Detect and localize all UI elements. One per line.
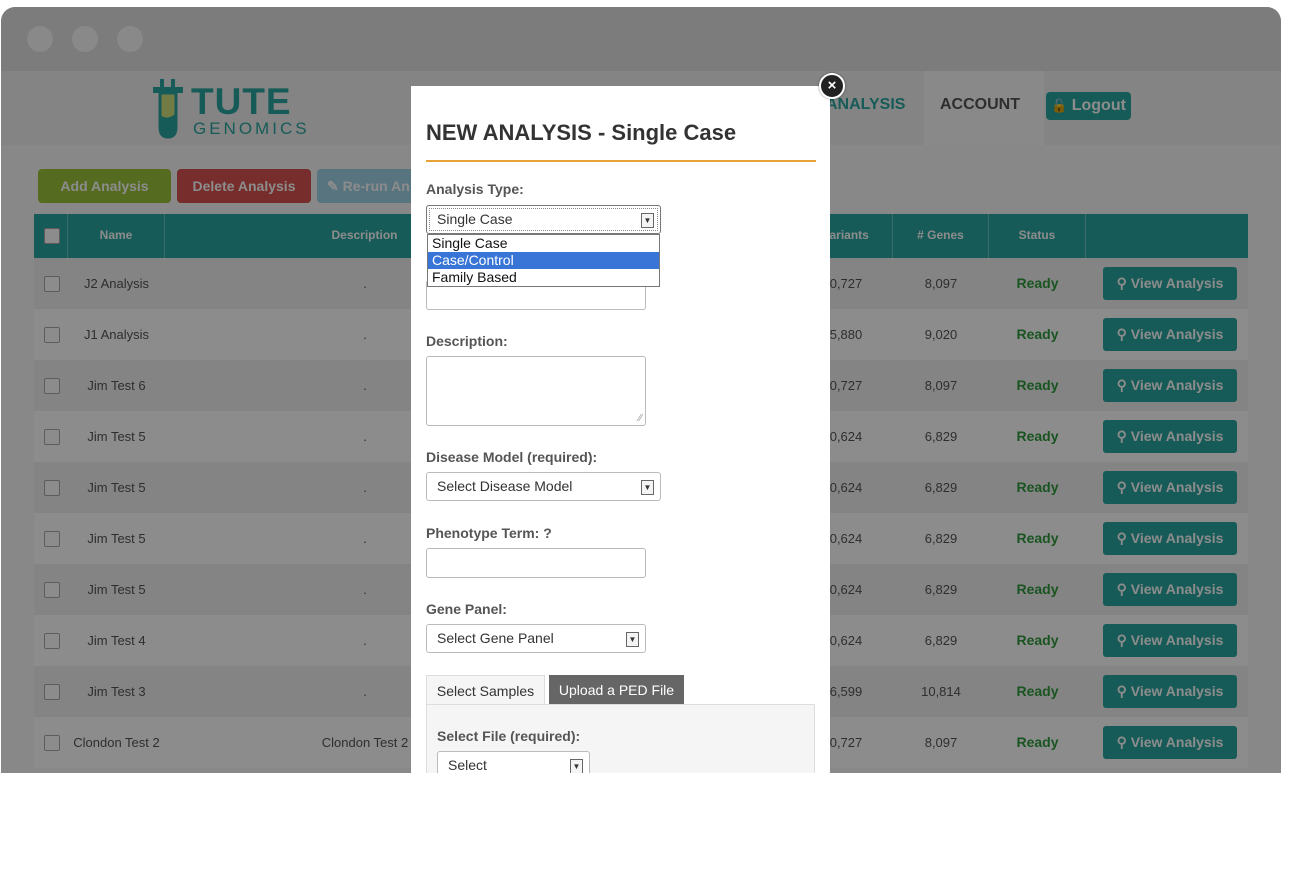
gene-panel-label: Gene Panel: [426, 601, 507, 617]
modal-close-button[interactable]: × [819, 73, 845, 99]
option-single-case[interactable]: Single Case [428, 235, 659, 252]
chevron-down-icon: ▼ [626, 632, 639, 647]
select-file-select[interactable]: Select ▼ [437, 751, 590, 773]
analysis-type-label: Analysis Type: [426, 181, 524, 197]
select-file-value: Select [448, 757, 487, 773]
description-label: Description: [426, 333, 508, 349]
disease-model-label: Disease Model (required): [426, 449, 598, 465]
phenotype-label: Phenotype Term: ? [426, 525, 552, 541]
select-file-label: Select File (required): [437, 728, 581, 744]
tab-select-samples[interactable]: Select Samples [426, 675, 545, 705]
disease-model-value: Select Disease Model [437, 478, 573, 494]
chevron-down-icon: ▼ [641, 480, 654, 495]
analysis-type-select[interactable]: Single Case ▼ [426, 205, 661, 234]
option-case-control[interactable]: Case/Control [428, 252, 659, 269]
modal-title: NEW ANALYSIS - Single Case [426, 120, 737, 145]
disease-model-select[interactable]: Select Disease Model ▼ [426, 472, 661, 501]
title-divider [426, 160, 816, 162]
phenotype-term-input[interactable] [426, 548, 646, 578]
tab-upload-ped-file[interactable]: Upload a PED File [549, 675, 684, 705]
new-analysis-modal: NEW ANALYSIS - Single Case Analysis Type… [411, 86, 830, 773]
analysis-type-value: Single Case [437, 211, 513, 227]
gene-panel-value: Select Gene Panel [437, 630, 554, 646]
chevron-down-icon: ▼ [641, 213, 654, 228]
samples-tab-panel: Select File (required): Select ▼ [426, 704, 815, 773]
analysis-type-dropdown: Single Case Case/Control Family Based [427, 234, 660, 287]
close-icon: × [827, 77, 837, 94]
option-family-based[interactable]: Family Based [428, 269, 659, 286]
resize-handle-icon[interactable]: ∕∕ [639, 413, 642, 424]
chevron-down-icon: ▼ [570, 759, 583, 773]
description-textarea[interactable]: ∕∕ [426, 356, 646, 426]
gene-panel-select[interactable]: Select Gene Panel ▼ [426, 624, 646, 653]
